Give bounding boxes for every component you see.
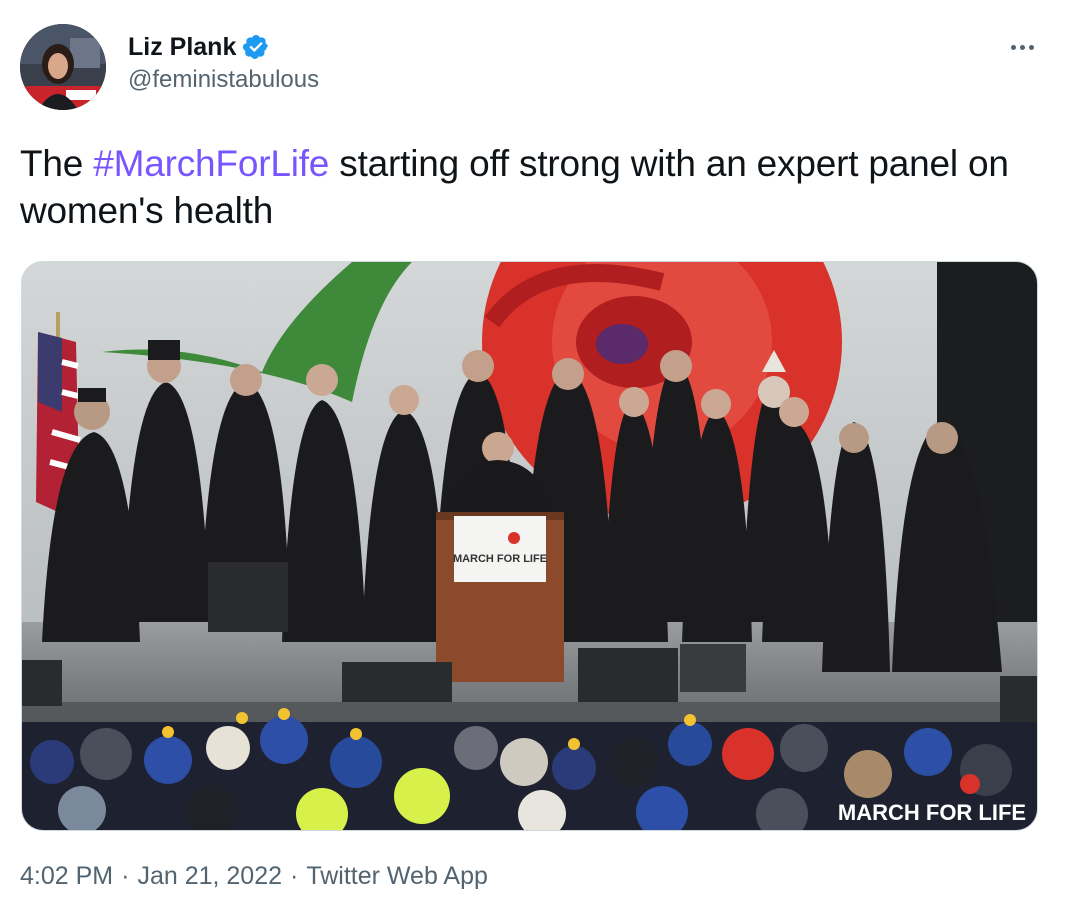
more-dot — [1028, 44, 1034, 50]
avatar-image — [20, 24, 106, 110]
tweet-text-before: The — [20, 143, 94, 184]
tweet-source[interactable]: Twitter Web App — [306, 862, 488, 891]
tweet-meta: 4:02 PM · Jan 21, 2022 · Twitter Web App — [20, 862, 488, 891]
verified-badge-icon — [243, 35, 269, 59]
tweet-time[interactable]: 4:02 PM — [20, 862, 113, 891]
tweet-card: Liz Plank @feministabulous The #MarchFor… — [0, 0, 1070, 912]
media-photo: MARCH FOR LIFE MARCH FOR LIFE — [22, 262, 1037, 830]
watermark-text: MARCH FOR LIFE — [838, 800, 1026, 825]
author-info: Liz Plank @feministabulous — [128, 30, 319, 94]
more-dot — [1010, 44, 1016, 50]
more-dot — [1019, 44, 1025, 50]
tweet-media[interactable]: MARCH FOR LIFE MARCH FOR LIFE — [21, 261, 1038, 831]
meta-separator: · — [290, 862, 299, 890]
meta-separator: · — [121, 862, 130, 890]
tweet-text: The #MarchForLife starting off strong wi… — [20, 140, 1030, 234]
podium-sign-text: MARCH FOR LIFE — [453, 553, 547, 565]
hashtag-link[interactable]: #MarchForLife — [93, 143, 329, 184]
more-options-icon[interactable] — [1002, 34, 1042, 60]
author-avatar[interactable] — [20, 24, 106, 110]
tweet-date[interactable]: Jan 21, 2022 — [137, 862, 282, 891]
author-handle[interactable]: @feministabulous — [128, 66, 319, 94]
author-display-name[interactable]: Liz Plank — [128, 33, 236, 62]
